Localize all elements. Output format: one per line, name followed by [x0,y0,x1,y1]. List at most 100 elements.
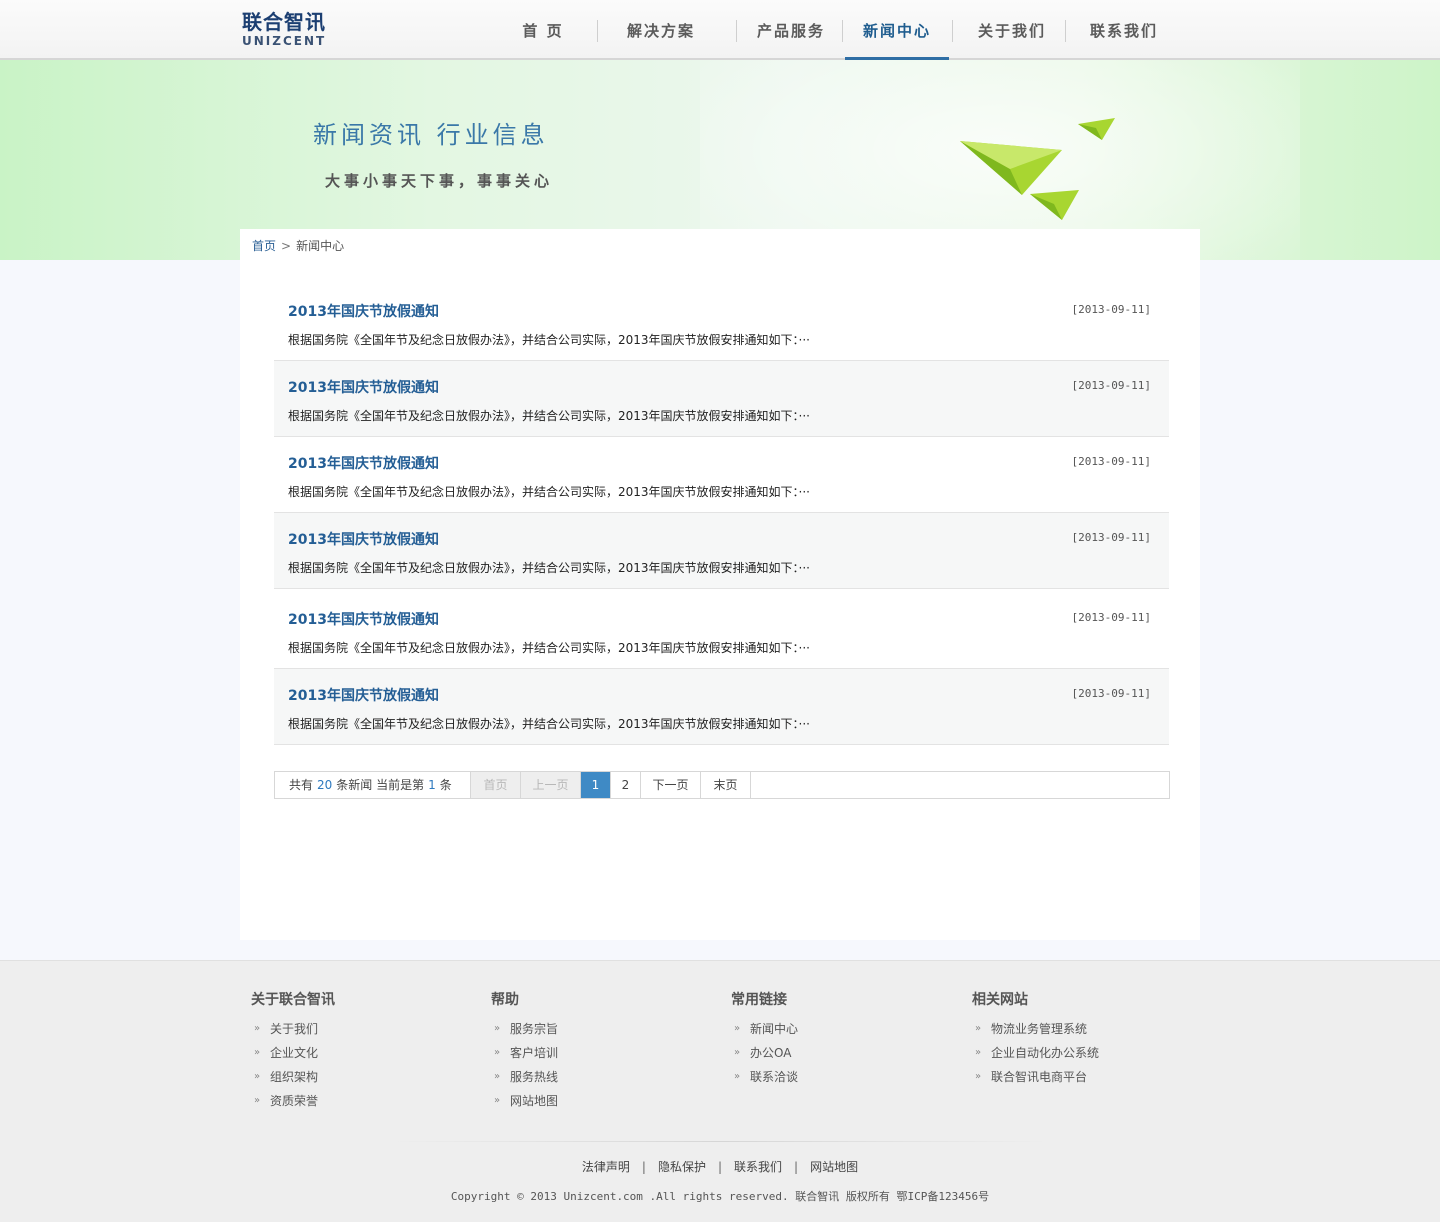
footer-link-contact[interactable]: 联系我们 [734,1160,782,1174]
footer-link[interactable]: » 企业自动化办公系统 [972,1041,1099,1065]
list-item: 2013年国庆节放假通知 [2013-09-11] 根据国务院《全国年节及纪念日… [274,361,1169,437]
footer-link-privacy[interactable]: 隐私保护 [658,1160,706,1174]
news-date: [2013-09-11] [1071,611,1151,624]
news-date: [2013-09-11] [1071,379,1151,392]
footer-link-label: 联合智讯电商平台 [991,1070,1088,1084]
next-page-button[interactable]: 下一页 [641,772,701,798]
nav-divider [597,20,598,42]
list-item: 2013年国庆节放假通知 [2013-09-11] 根据国务院《全国年节及纪念日… [274,669,1169,745]
footer-link[interactable]: » 物流业务管理系统 [972,1017,1099,1041]
site-logo[interactable]: 联合智讯 UNIZCENT [242,10,326,48]
paper-plane-icon [1030,190,1079,220]
nav-item-home[interactable]: 首 页 [500,0,586,60]
news-title-link[interactable]: 2013年国庆节放假通知 [288,453,439,473]
pager-suffix: 条 [439,778,452,792]
nav-divider [842,20,843,42]
footer-link-label: 服务热线 [510,1070,559,1084]
footer-link[interactable]: » 服务宗旨 [491,1017,558,1041]
double-chevron-right-icon: » [734,1071,741,1082]
nav-divider [952,20,953,42]
page-button-2[interactable]: 2 [611,772,641,798]
footer-link-label: 联系洽谈 [750,1070,799,1084]
double-chevron-right-icon: » [975,1071,982,1082]
site-footer: 关于联合智讯 » 关于我们 » 企业文化 » 组织架构 » 资质荣誉 帮助 » 服务宗旨 … [0,960,1440,1222]
footer-link[interactable]: » 企业文化 [251,1041,335,1065]
footer-link[interactable]: » 组织架构 [251,1065,335,1089]
news-summary: 根据国务院《全国年节及纪念日放假办法》，并结合公司实际，2013年国庆节放假安排… [288,333,810,347]
nav-item-about[interactable]: 关于我们 [964,0,1060,60]
nav-item-products[interactable]: 产品服务 [744,0,838,60]
news-title-link[interactable]: 2013年国庆节放假通知 [288,529,439,549]
double-chevron-right-icon: » [494,1023,501,1034]
footer-link[interactable]: » 联合智讯电商平台 [972,1065,1099,1089]
footer-column-help: 帮助 » 服务宗旨 » 客户培训 » 服务热线 » 网站地图 [491,989,558,1113]
chevron-right-icon: > [281,239,292,253]
footer-link-sitemap[interactable]: 网站地图 [810,1160,858,1174]
footer-link-label: 物流业务管理系统 [991,1022,1088,1036]
nav-item-solutions[interactable]: 解决方案 [614,0,708,60]
page-button-1[interactable]: 1 [581,772,611,798]
news-title-link[interactable]: 2013年国庆节放假通知 [288,685,439,705]
footer-column-about: 关于联合智讯 » 关于我们 » 企业文化 » 组织架构 » 资质荣誉 [251,989,335,1113]
news-title-link[interactable]: 2013年国庆节放假通知 [288,301,439,321]
news-date: [2013-09-11] [1071,687,1151,700]
footer-link-label: 组织架构 [270,1070,319,1084]
news-date: [2013-09-11] [1071,455,1151,468]
footer-divider [390,1141,1050,1142]
nav-divider [736,20,737,42]
breadcrumb: 首页 > 新闻中心 [252,237,344,254]
news-summary: 根据国务院《全国年节及纪念日放假办法》，并结合公司实际，2013年国庆节放假安排… [288,561,810,575]
main-content: 首页 > 新闻中心 2013年国庆节放假通知 [2013-09-11] 根据国务院《… [240,229,1200,940]
logo-english-name: UNIZCENT [242,34,327,48]
footer-link-legal[interactable]: 法律声明 [582,1160,630,1174]
double-chevron-right-icon: » [975,1047,982,1058]
total-count: 20 [317,778,333,792]
link-separator: | [717,1160,723,1174]
last-page-button[interactable]: 末页 [701,772,751,798]
nav-item-contact[interactable]: 联系我们 [1076,0,1172,60]
double-chevron-right-icon: » [975,1023,982,1034]
footer-link[interactable]: » 资质荣誉 [251,1089,335,1113]
footer-link-label: 客户培训 [510,1046,559,1060]
news-title-link[interactable]: 2013年国庆节放假通知 [288,609,439,629]
double-chevron-right-icon: » [494,1095,501,1106]
news-summary: 根据国务院《全国年节及纪念日放假办法》，并结合公司实际，2013年国庆节放假安排… [288,717,810,731]
list-item: 2013年国庆节放假通知 [2013-09-11] 根据国务院《全国年节及纪念日… [274,589,1169,669]
pagination-summary: 共有 20 条新闻 当前是第 1 条 [275,772,471,798]
footer-link[interactable]: » 办公OA [731,1041,798,1065]
breadcrumb-current: 新闻中心 [296,239,345,253]
double-chevron-right-icon: » [734,1023,741,1034]
footer-link[interactable]: » 服务热线 [491,1065,558,1089]
double-chevron-right-icon: » [254,1023,261,1034]
breadcrumb-home-link[interactable]: 首页 [252,239,276,253]
pagination: 共有 20 条新闻 当前是第 1 条 首页 上一页 1 2 下一页 末页 [274,771,1170,799]
footer-link[interactable]: » 联系洽谈 [731,1065,798,1089]
news-date: [2013-09-11] [1071,531,1151,544]
news-summary: 根据国务院《全国年节及纪念日放假办法》，并结合公司实际，2013年国庆节放假安排… [288,641,810,655]
footer-link-label: 企业自动化办公系统 [991,1046,1100,1060]
copyright-text: Copyright © 2013 Unizcent.com .All right… [450,1190,990,1203]
footer-column-related-sites: 相关网站 » 物流业务管理系统 » 企业自动化办公系统 » 联合智讯电商平台 [972,989,1099,1089]
news-title-link[interactable]: 2013年国庆节放假通知 [288,377,439,397]
double-chevron-right-icon: » [494,1047,501,1058]
footer-link[interactable]: » 客户培训 [491,1041,558,1065]
paper-plane-icon [960,141,1062,195]
double-chevron-right-icon: » [494,1071,501,1082]
footer-link[interactable]: » 网站地图 [491,1089,558,1113]
footer-column-title: 常用链接 [731,992,787,1008]
list-item: 2013年国庆节放假通知 [2013-09-11] 根据国务院《全国年节及纪念日… [274,513,1169,589]
logo-chinese-name: 联合智讯 [242,10,326,34]
link-separator: | [794,1160,799,1174]
list-item: 2013年国庆节放假通知 [2013-09-11] 根据国务院《全国年节及纪念日… [274,285,1169,361]
footer-link[interactable]: » 新闻中心 [731,1017,798,1041]
footer-link-label: 企业文化 [270,1046,319,1060]
footer-column-title: 关于联合智讯 [251,992,335,1008]
first-page-button[interactable]: 首页 [471,772,521,798]
double-chevron-right-icon: » [254,1095,261,1106]
prev-page-button[interactable]: 上一页 [521,772,581,798]
banner-title: 新闻资讯 行业信息 [313,121,549,149]
footer-link-label: 资质荣誉 [270,1094,319,1108]
footer-link-label: 办公OA [750,1046,792,1060]
footer-link[interactable]: » 关于我们 [251,1017,335,1041]
nav-item-news[interactable]: 新闻中心 [845,0,949,60]
